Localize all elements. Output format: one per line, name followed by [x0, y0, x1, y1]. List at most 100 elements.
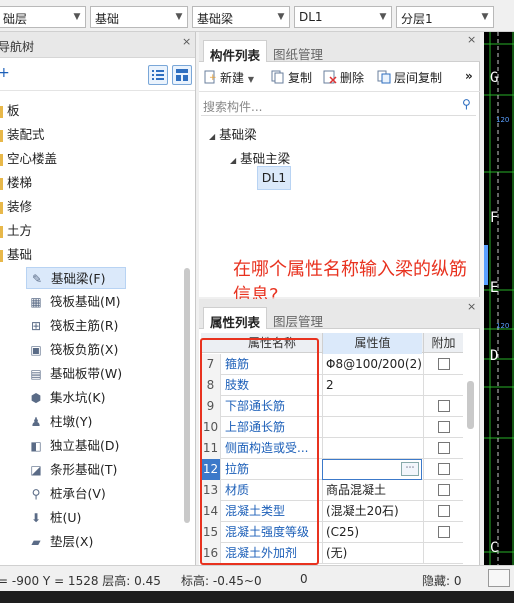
extra-checkbox[interactable] [438, 526, 450, 538]
tree-item-label: 垫层(X) [50, 534, 94, 549]
collapse-icon: ◢ [209, 132, 216, 141]
property-value[interactable] [322, 438, 422, 459]
property-value[interactable]: 2 [322, 375, 422, 396]
property-tabs: 属性列表 图层管理 × [199, 299, 480, 330]
axis-label-e: E [490, 280, 499, 296]
property-value[interactable] [322, 396, 422, 417]
tree-folder-label: 基础 [7, 247, 33, 262]
property-value[interactable] [322, 417, 422, 438]
dimension-label: 120 [496, 322, 510, 330]
tree-item-label: 桩(U) [50, 510, 82, 525]
property-value[interactable]: Φ8@100/200(2) [322, 354, 422, 375]
tree-folder[interactable]: 板 [0, 100, 20, 122]
property-value[interactable]: (C25) [322, 522, 422, 543]
tab-layer-management[interactable]: 图层管理 [267, 307, 329, 329]
nav-title: 导航树 [0, 40, 35, 54]
layer-select-value: 分层1 [401, 12, 433, 26]
tree-folder[interactable]: 装配式 [0, 124, 45, 146]
property-value[interactable]: (无) [322, 543, 422, 564]
new-label: 新建 [220, 71, 245, 85]
tree-node-dl1[interactable]: DL1 [257, 166, 291, 190]
list-view-icon[interactable] [148, 65, 168, 85]
tab-property-list[interactable]: 属性列表 [203, 307, 268, 330]
extra-checkbox[interactable] [438, 358, 450, 370]
tab-drawing-management[interactable]: 图纸管理 [267, 40, 329, 62]
close-icon[interactable]: × [467, 33, 476, 46]
tree-folder-label: 装修 [7, 199, 33, 214]
axis-label-c: C [490, 540, 499, 556]
raft-neg-rebar-icon: ▣ [30, 343, 42, 357]
tree-item-label: 筏板基础(M) [50, 294, 121, 309]
tree-folder-label: 楼梯 [7, 175, 33, 190]
extra-checkbox[interactable] [438, 484, 450, 496]
tree-folder[interactable]: 装修 [0, 196, 32, 218]
raft-main-rebar-icon: ⊞ [30, 319, 42, 333]
axis-label-f: F [490, 210, 499, 226]
cushion-icon: ▰ [31, 535, 41, 549]
tab-component-list[interactable]: 构件列表 [203, 40, 268, 63]
chevron-down-icon: ▼ [481, 12, 489, 22]
ellipsis-icon[interactable]: ⋯ [401, 462, 419, 476]
more-icon[interactable]: » [465, 69, 473, 83]
close-icon[interactable]: × [182, 35, 191, 48]
property-value[interactable]: 商品混凝土 [322, 480, 422, 501]
chevron-down-icon: ▼ [277, 12, 285, 22]
property-extra-cell [423, 438, 463, 459]
axis-label-g: G [490, 70, 499, 86]
tree-item-label: 集水坑(K) [50, 390, 106, 405]
tree-folder[interactable]: 楼梯 [0, 172, 32, 194]
folder-icon [0, 129, 3, 142]
property-extra-cell [423, 522, 463, 543]
pencil-icon: ✎ [31, 272, 43, 286]
floor-select[interactable]: 础层 ▼ [0, 6, 86, 28]
chevron-down-icon: ▼ [379, 12, 387, 22]
tree-node-group-label: 基础主梁 [240, 151, 291, 166]
tree-folder[interactable]: 基础 [0, 244, 32, 266]
nav-scrollbar[interactable] [184, 268, 190, 523]
search-icon[interactable]: ⚲ [462, 97, 471, 111]
annotation-highlight-box [200, 338, 319, 565]
pile-icon: ⬇ [30, 511, 42, 525]
category-select[interactable]: 基础 ▼ [90, 6, 188, 28]
new-button[interactable]: + 新建 ▼ [203, 69, 254, 86]
search-input[interactable]: 搜索构件... [203, 98, 262, 115]
copy-label: 复制 [288, 71, 313, 85]
tree-item-foundation-beam[interactable]: ✎ 基础梁(F) [26, 267, 126, 289]
extra-checkbox[interactable] [438, 463, 450, 475]
chevron-down-icon: ▼ [175, 12, 183, 22]
chevron-down-icon: ▼ [247, 75, 254, 84]
tree-node-root-label: 基础梁 [219, 127, 257, 142]
raft-slab-icon: ▦ [30, 295, 42, 309]
sump-icon: ⬢ [30, 391, 42, 405]
tree-item-label: 基础梁(F) [51, 271, 106, 286]
property-extra-cell [423, 480, 463, 501]
folder-icon [0, 153, 3, 166]
component-action-bar: + 新建 ▼ 复制 删除 层间复制 » [199, 62, 480, 92]
delete-button[interactable]: 删除 [323, 69, 364, 86]
floor-select-value: 础层 [3, 12, 28, 26]
component-select[interactable]: DL1 ▼ [294, 6, 392, 28]
extra-checkbox[interactable] [438, 442, 450, 454]
property-value[interactable]: (混凝土20石) [322, 501, 422, 522]
add-icon[interactable]: + [0, 65, 10, 81]
property-extra-cell [423, 417, 463, 438]
extra-checkbox[interactable] [438, 400, 450, 412]
corner-icon[interactable] [488, 569, 510, 587]
property-scrollbar[interactable] [467, 381, 474, 429]
tree-folder[interactable]: 土方 [0, 220, 32, 242]
grid-view-icon[interactable] [172, 65, 192, 85]
tree-folder[interactable]: 空心楼盖 [0, 148, 57, 170]
floor-copy-button[interactable]: 层间复制 [377, 69, 442, 86]
extra-checkbox[interactable] [438, 505, 450, 517]
copy-button[interactable]: 复制 [271, 69, 312, 86]
component-search[interactable]: 搜索构件... ⚲ [201, 96, 476, 116]
status-bar: = -900 Y = 1528 层高: 0.45 标高: -0.45~0 0 隐… [0, 565, 514, 591]
tree-node-group[interactable]: ◢ 基础主梁 [230, 148, 290, 167]
close-icon[interactable]: × [467, 300, 476, 313]
layer-select[interactable]: 分层1 ▼ [396, 6, 494, 28]
extra-checkbox[interactable] [438, 421, 450, 433]
tree-node-root[interactable]: ◢ 基础梁 [209, 124, 257, 143]
copy-icon [271, 70, 285, 84]
cad-drawing-view[interactable]: G F E D C 120 120 [484, 32, 514, 565]
component-type-select[interactable]: 基础梁 ▼ [192, 6, 290, 28]
